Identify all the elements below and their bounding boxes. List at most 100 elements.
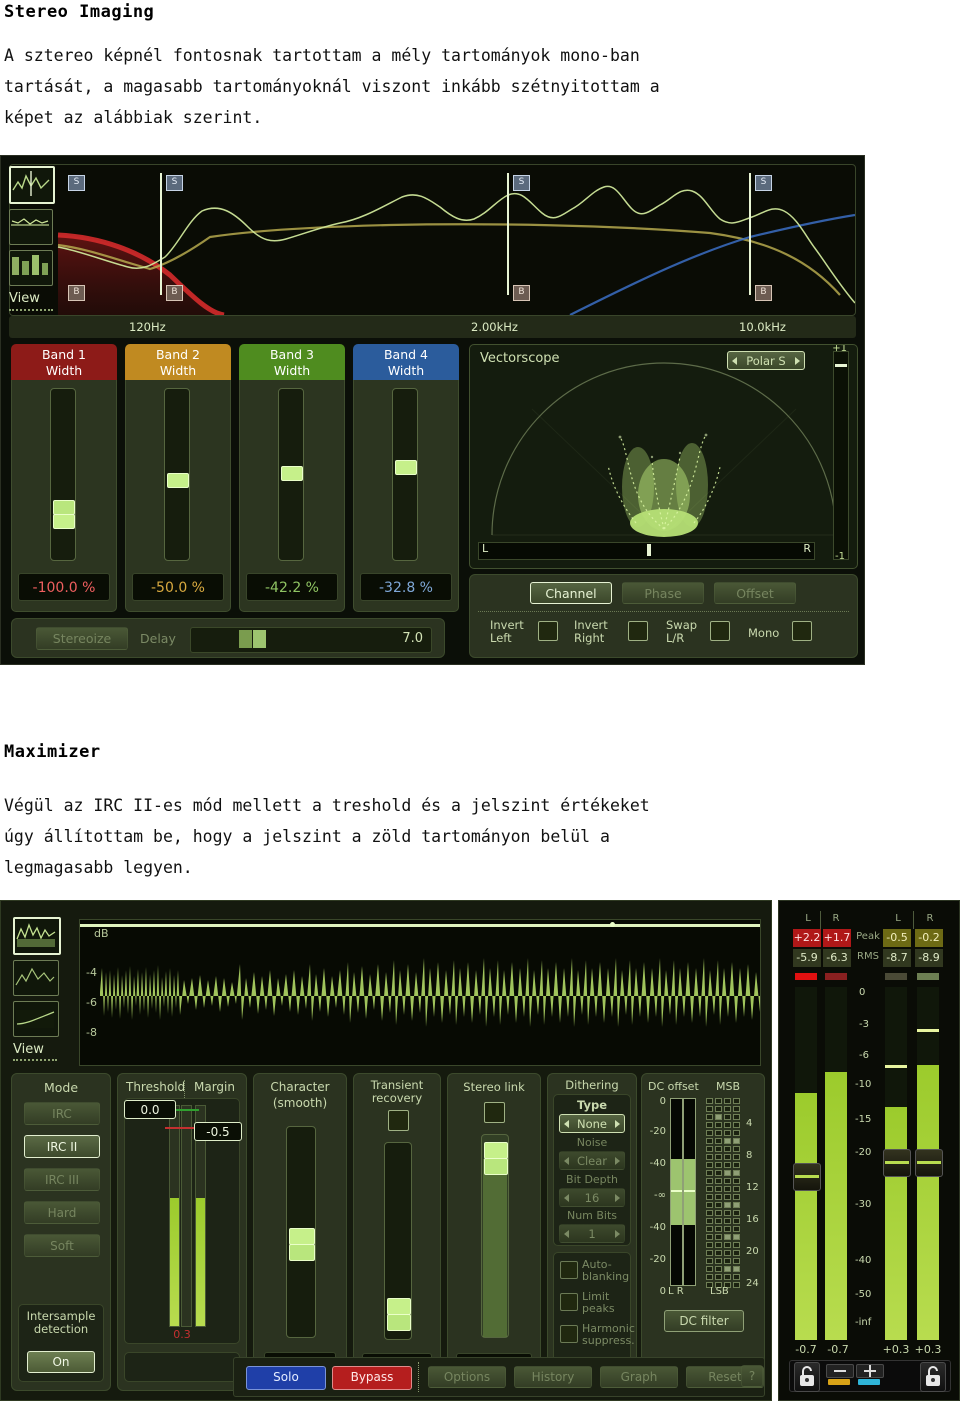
band-bypass-button-3[interactable]: B	[513, 285, 530, 301]
harmonic-suppress-checkbox[interactable]	[560, 1325, 578, 1343]
chevron-right-icon[interactable]	[795, 356, 800, 365]
intersample-toggle[interactable]: On	[27, 1351, 95, 1373]
mode-button-irc[interactable]: IRC	[24, 1102, 100, 1125]
graph-button[interactable]: Graph	[600, 1366, 678, 1388]
vectorscope-display[interactable]: Vectorscope Polar S +1 -1 L R	[469, 344, 858, 569]
chevron-right-icon[interactable]	[615, 1119, 620, 1128]
mode-button-hard[interactable]: Hard	[24, 1201, 100, 1224]
band-solo-button-4[interactable]: S	[755, 175, 772, 191]
band-column-2[interactable]: Band 2 Width -50.0 %	[125, 344, 231, 612]
chevron-left-icon[interactable]	[564, 1119, 569, 1128]
history-button[interactable]: History	[514, 1366, 592, 1388]
out-gain-handle-r[interactable]	[915, 1149, 943, 1177]
output-lock-icon[interactable]	[920, 1362, 946, 1392]
band-width-slider-1[interactable]	[50, 388, 76, 561]
num-bits-select[interactable]: 1	[559, 1224, 625, 1243]
band-bypass-button-4[interactable]: B	[755, 285, 772, 301]
swap-lr-checkbox[interactable]	[710, 621, 730, 641]
help-button[interactable]: ?	[741, 1365, 763, 1387]
tab-channel[interactable]: Channel	[530, 582, 612, 604]
band-slider-thumb-1[interactable]	[53, 514, 75, 530]
out-gain-value-r[interactable]: +0.3	[913, 1343, 943, 1356]
band-value-3[interactable]: -42.2 %	[246, 573, 338, 601]
view-thumb-bands-icon[interactable]	[9, 250, 53, 286]
character-thumb-lower[interactable]	[289, 1243, 315, 1261]
band-width-slider-3[interactable]	[278, 388, 304, 561]
mx-view-thumb-spectrum-icon[interactable]	[13, 960, 59, 996]
band-solo-button-2[interactable]: S	[166, 175, 183, 191]
view-thumb-spectrum-icon[interactable]	[9, 166, 55, 204]
crossover-handle-2[interactable]	[507, 173, 509, 295]
limit-peaks-checkbox[interactable]	[560, 1293, 578, 1311]
view-thumb-waveform-icon[interactable]	[9, 209, 53, 245]
band-width-slider-4[interactable]	[392, 388, 418, 561]
mode-button-soft[interactable]: Soft	[24, 1234, 100, 1257]
dither-type-select[interactable]: None	[559, 1114, 625, 1133]
vectorscope-gain-thumb[interactable]	[835, 364, 847, 367]
vectorscope-gain-slider[interactable]	[833, 351, 849, 560]
in-gain-handle[interactable]	[793, 1163, 821, 1191]
chevron-left-icon[interactable]	[564, 1229, 569, 1238]
vectorscope-mode-select[interactable]: Polar S	[727, 351, 805, 370]
crossover-freq-2[interactable]: 2.00kHz	[471, 320, 518, 334]
character-slider[interactable]	[286, 1126, 316, 1338]
threshold-value[interactable]: 0.0	[124, 1100, 176, 1119]
auto-blanking-checkbox[interactable]	[560, 1261, 578, 1279]
transient-thumb-upper[interactable]	[387, 1298, 411, 1316]
solo-button[interactable]: Solo	[246, 1366, 326, 1390]
minus-button[interactable]	[826, 1364, 854, 1378]
band-value-4[interactable]: -32.8 %	[360, 573, 452, 601]
transient-checkbox[interactable]	[388, 1110, 409, 1131]
chevron-right-icon[interactable]	[615, 1156, 620, 1165]
band-value-2[interactable]: -50.0 %	[132, 573, 224, 601]
out-gain-value-l[interactable]: +0.3	[881, 1343, 911, 1356]
band-slider-thumb-3[interactable]	[281, 466, 303, 482]
dc-filter-button[interactable]: DC filter	[664, 1310, 744, 1332]
vectorscope-panel[interactable]: Vectorscope Polar S +1 -1 L R	[469, 344, 858, 569]
transient-thumb-lower[interactable]	[387, 1314, 411, 1332]
mx-view-thumb-waveform-icon[interactable]	[13, 917, 61, 955]
stereo-link-thumb-upper[interactable]	[484, 1142, 508, 1160]
band-bypass-button-2[interactable]: B	[166, 285, 183, 301]
band-solo-button-1[interactable]: S	[68, 175, 85, 191]
delay-thumb-a[interactable]	[239, 630, 252, 648]
chevron-right-icon[interactable]	[615, 1193, 620, 1202]
transient-slider[interactable]	[384, 1142, 412, 1340]
band-solo-button-3[interactable]: S	[513, 175, 530, 191]
stereoize-button[interactable]: Stereoize	[36, 627, 128, 650]
lr-balance-meter[interactable]: L R	[478, 542, 815, 560]
chevron-left-icon[interactable]	[732, 356, 737, 365]
character-thumb-upper[interactable]	[289, 1227, 315, 1245]
stereo-link-checkbox[interactable]	[484, 1102, 505, 1123]
band-bypass-button-1[interactable]: B	[68, 285, 85, 301]
band-width-slider-2[interactable]	[164, 388, 190, 561]
mx-view-thumb-curve-icon[interactable]	[13, 1001, 59, 1037]
delay-value[interactable]: 7.0	[402, 631, 423, 646]
chevron-left-icon[interactable]	[564, 1193, 569, 1202]
stereo-spectrum-display[interactable]: S B S B S B S B	[9, 164, 856, 316]
band-column-4[interactable]: Band 4 Width -32.8 %	[353, 344, 459, 612]
tab-offset[interactable]: Offset	[714, 582, 796, 604]
input-lock-icon[interactable]	[794, 1362, 820, 1392]
mode-button-irc2[interactable]: IRC II	[24, 1135, 100, 1158]
in-gain-value-r[interactable]: -0.7	[823, 1343, 853, 1356]
mode-button-irc3[interactable]: IRC III	[24, 1168, 100, 1191]
chevron-right-icon[interactable]	[615, 1229, 620, 1238]
crossover-freq-3[interactable]: 10.0kHz	[739, 320, 786, 334]
tab-phase[interactable]: Phase	[622, 582, 704, 604]
crossover-handle-1[interactable]	[160, 173, 162, 295]
maximizer-plugin[interactable]: View dB -4 -6 -8 Mode IRC IRC II IRC III…	[0, 900, 960, 1401]
band-value-1[interactable]: -100.0 %	[18, 573, 110, 601]
band-column-1[interactable]: Band 1 Width -100.0 %	[11, 344, 117, 612]
noise-shaping-select[interactable]: Clear	[559, 1151, 625, 1170]
band-slider-thumb-2[interactable]	[167, 473, 189, 489]
stereo-imaging-plugin[interactable]: S B S B S B S B View 120Hz 2.00kHz 10.0k…	[0, 155, 865, 665]
options-button[interactable]: Options	[428, 1366, 506, 1388]
maximizer-view-selector[interactable]: View	[13, 917, 69, 1064]
delay-slider[interactable]: 7.0	[190, 627, 432, 653]
stereo-link-thumb-lower[interactable]	[484, 1158, 508, 1176]
bypass-button[interactable]: Bypass	[332, 1366, 412, 1390]
chevron-left-icon[interactable]	[564, 1156, 569, 1165]
mono-checkbox[interactable]	[792, 621, 812, 641]
plus-button[interactable]	[856, 1364, 884, 1378]
